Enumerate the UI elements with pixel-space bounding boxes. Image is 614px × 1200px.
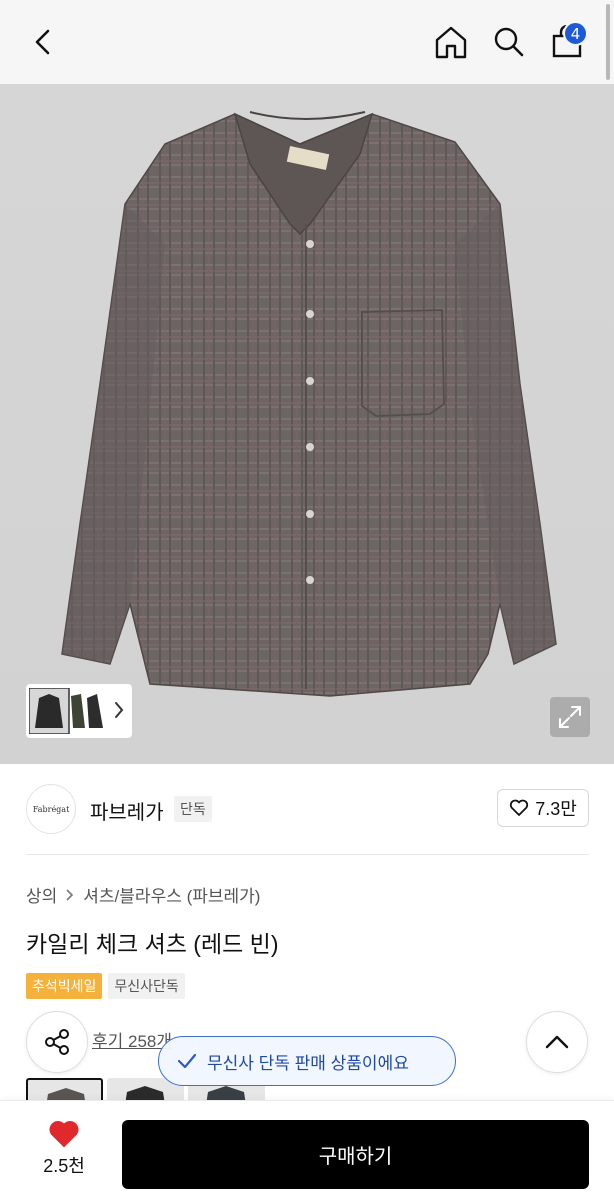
brand-like-button[interactable]: 7.3만 xyxy=(497,789,589,827)
toast-text: 무신사 단독 판매 상품이에요 xyxy=(207,1053,409,1073)
expand-icon xyxy=(559,706,581,728)
back-chevron-icon xyxy=(35,29,50,55)
thumbnail-images xyxy=(29,688,103,734)
chevron-right-icon xyxy=(66,888,74,901)
search-icon xyxy=(494,27,524,57)
divider xyxy=(26,854,589,855)
brand-row: Fabrégat 파브레가 단독 7.3만 xyxy=(0,764,614,854)
wishlist-count: 2.5천 xyxy=(43,1156,85,1176)
product-title: 카일리 체크 셔츠 (레드 빈) xyxy=(26,931,279,957)
search-button[interactable] xyxy=(487,20,531,64)
brand-exclusive-tag: 단독 xyxy=(174,796,212,822)
breadcrumb-category[interactable]: 상의 xyxy=(26,882,57,907)
brand-name[interactable]: 파브레가 xyxy=(90,796,164,825)
chevron-right-icon xyxy=(115,702,124,718)
thumbnail-strip[interactable] xyxy=(26,684,132,738)
scroll-top-button[interactable] xyxy=(526,1011,588,1073)
buy-button[interactable]: 구매하기 xyxy=(122,1120,589,1189)
back-button[interactable] xyxy=(22,20,66,64)
product-image[interactable] xyxy=(0,84,614,764)
home-icon xyxy=(435,26,467,59)
heart-filled-icon xyxy=(49,1121,79,1147)
chevron-up-icon xyxy=(545,1035,569,1049)
brand-logo[interactable]: Fabrégat xyxy=(26,784,76,834)
check-icon xyxy=(177,1053,197,1069)
shirt-product-image xyxy=(61,111,557,697)
share-icon xyxy=(45,1029,69,1055)
wishlist-button[interactable]: 2.5천 xyxy=(20,1120,108,1190)
brand-like-count: 7.3만 xyxy=(535,799,577,819)
expand-image-button[interactable] xyxy=(550,697,590,737)
breadcrumb: 상의 셔츠/블라우스 (파브레가) xyxy=(26,882,260,907)
heart-outline-icon xyxy=(510,799,529,816)
top-nav-bar: 4 xyxy=(0,0,614,84)
exclusive-toast: 무신사 단독 판매 상품이에요 xyxy=(158,1036,456,1086)
cart-count-badge: 4 xyxy=(563,21,588,46)
sale-tag: 추석빅세일 xyxy=(26,973,103,999)
breadcrumb-subcategory[interactable]: 셔츠/블라우스 (파브레가) xyxy=(83,882,260,907)
scrollbar[interactable] xyxy=(606,4,610,80)
share-button[interactable] xyxy=(26,1011,88,1073)
home-button[interactable] xyxy=(429,20,473,64)
product-tags: 추석빅세일 무신사단독 xyxy=(26,973,185,999)
exclusive-tag: 무신사단독 xyxy=(108,973,185,999)
